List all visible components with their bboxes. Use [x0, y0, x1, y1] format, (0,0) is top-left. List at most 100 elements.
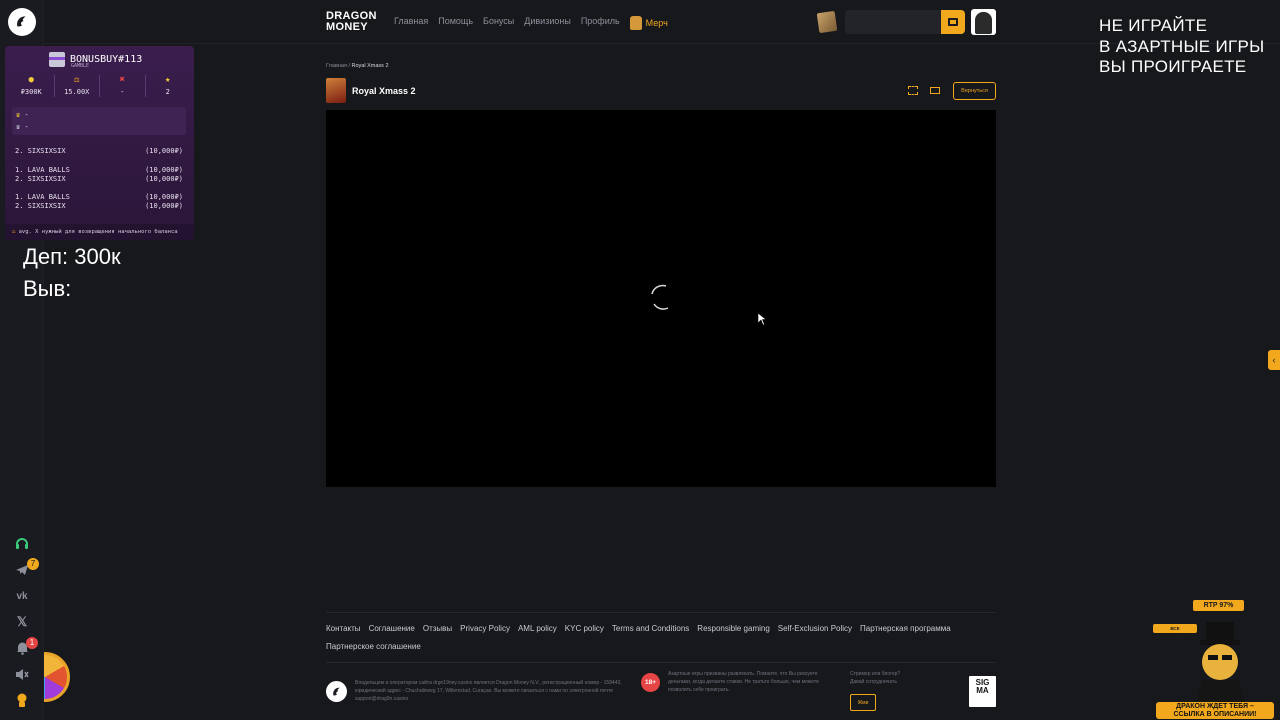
nav-profile[interactable]: Профиль	[581, 16, 620, 30]
footer-warning-text: Азартные игры призваны развлекать. Помни…	[668, 671, 819, 693]
back-button[interactable]: Вернуться	[953, 82, 996, 100]
slot-amount: (10,000₽)	[145, 202, 183, 210]
footer-link-agreement[interactable]: Соглашение	[369, 624, 415, 634]
bell-badge: 1	[26, 637, 38, 649]
telegram-badge: 7	[27, 558, 39, 570]
brand-logo[interactable]: DRAGON MONEY	[326, 10, 377, 33]
warning-line: В АЗАРТНЫЕ ИГРЫ	[1099, 36, 1265, 56]
bonusbuy-footer-text: avg. X нужный для возвращения начального…	[18, 229, 178, 235]
slot-name: 2. SIXSIXSIX	[15, 202, 66, 210]
footer-links: Контакты Соглашение Отзывы Privacy Polic…	[326, 624, 996, 652]
x-twitter-icon[interactable]: 𝕏	[12, 612, 32, 632]
loading-spinner-icon	[651, 284, 669, 310]
coin-icon: ●	[28, 75, 34, 85]
footer-link-kyc[interactable]: KYC policy	[565, 624, 604, 634]
slot-name: 1. LAVA BALLS	[15, 193, 70, 201]
footer-link-partner-agreement[interactable]: Партнерское соглашение	[326, 642, 421, 652]
bonusbuy-list: 1. LAVA BALLS (10,000₽) 2. SIXSIXSIX (10,0…	[15, 193, 183, 211]
footer-link-aml[interactable]: AML policy	[518, 624, 557, 634]
list-item: 1. LAVA BALLS (10,000₽)	[15, 166, 183, 175]
footer-link-responsible[interactable]: Responsible gaming	[697, 624, 770, 634]
breadcrumb: Главная / Royal Xmass 2	[326, 63, 389, 69]
game-frame[interactable]	[326, 110, 996, 487]
treasure-chest-icon[interactable]	[816, 10, 838, 34]
stat-start: ● ₽300K	[9, 75, 55, 97]
fortune-wheel-icon[interactable]	[44, 652, 70, 702]
stat-avg: ⚖ 15.00X	[55, 75, 100, 97]
bonusbuy-footer: ⚖ avg. X нужный для возвращения начально…	[5, 224, 194, 240]
sigma-line: MA	[976, 686, 989, 695]
mascot-banner[interactable]: ДРАКОН ЖДЕТ ТЕБЯ – ССЫЛКА В ОПИСАНИИ!	[1156, 702, 1274, 719]
game-thumbnail	[326, 78, 346, 103]
crown-icon: ♛	[16, 123, 21, 131]
footer-link-partner-program[interactable]: Партнерская программа	[860, 624, 951, 634]
right-panel-toggle[interactable]: ‹	[1268, 350, 1280, 370]
contact-button[interactable]: Жми	[850, 694, 876, 711]
nav-help[interactable]: Помощь	[438, 16, 473, 30]
slot-name: 1. LAVA BALLS	[15, 166, 70, 174]
nav-bonuses[interactable]: Бонусы	[483, 16, 514, 30]
theater-mode-icon[interactable]	[930, 87, 940, 94]
wallet-icon	[948, 18, 958, 26]
bonusbuy-list: 2. SIXSIXSIX (10,000₽)	[15, 147, 183, 156]
stat-fail: ✖ -	[100, 75, 146, 97]
gambling-warning: НЕ ИГРАЙТЕ В АЗАРТНЫЕ ИГРЫ ВЫ ПРОИГРАЕТЕ	[1099, 16, 1264, 78]
slot-amount: (10,000₽)	[145, 147, 183, 155]
slot-amount: (10,000₽)	[145, 175, 183, 183]
breadcrumb-home[interactable]: Главная	[326, 63, 347, 69]
slot-name: 2. SIXSIXSIX	[15, 175, 66, 183]
nav-home[interactable]: Главная	[394, 16, 428, 30]
warning-line: НЕ ИГРАЙТЕ	[1099, 16, 1208, 35]
cross-icon: ✖	[119, 75, 125, 85]
banner-line: ССЫЛКА В ОПИСАНИИ!	[1173, 711, 1257, 718]
age-restriction-badge: 18+	[641, 673, 660, 692]
footer-link-contacts[interactable]: Контакты	[326, 624, 361, 634]
slot-amount: (10,000₽)	[145, 166, 183, 174]
footer-divider	[326, 612, 996, 613]
balance-field[interactable]	[845, 10, 941, 34]
footer-logo-icon	[326, 681, 347, 702]
bonusbuy-list: 1. LAVA BALLS (10,000₽) 2. SIXSIXSIX (10,0…	[15, 166, 183, 184]
bonusbuy-header: BONUSBUY#113	[49, 52, 142, 67]
breadcrumb-current: Royal Xmass 2	[351, 63, 389, 69]
list-item: 2. SIXSIXSIX (10,000₽)	[15, 147, 183, 156]
dragon-logo-icon[interactable]	[8, 8, 36, 36]
fullscreen-icon[interactable]	[908, 86, 918, 95]
list-item: 2. SIXSIXSIX (10,000₽)	[15, 202, 183, 211]
vk-icon[interactable]: vk	[12, 586, 32, 606]
stat-value: 2	[165, 88, 170, 96]
scales-icon: ⚖	[12, 229, 16, 235]
streamer-line: Давай сотрудничать	[850, 679, 897, 685]
worst-row: ♛ -	[16, 121, 182, 133]
best-value: -	[24, 111, 29, 119]
streamer-line: Стример или блогер?	[850, 671, 901, 677]
brand-line1: DRAGON	[326, 10, 377, 22]
footer-link-reviews[interactable]: Отзывы	[423, 624, 452, 634]
mascot-icon[interactable]	[12, 690, 32, 710]
slot-amount: (10,000₽)	[145, 193, 183, 201]
slot-name: 2. SIXSIXSIX	[15, 147, 66, 155]
nav-merch-label: Мерч	[645, 18, 668, 28]
wallet-button[interactable]	[941, 10, 965, 34]
chevron-left-icon: ‹	[1272, 355, 1276, 365]
list-item: 2. SIXSIXSIX (10,000₽)	[15, 175, 183, 184]
top-header: DRAGON MONEY Главная Помощь Бонусы Дивиз…	[44, 0, 1280, 44]
crown-icon: ♛	[16, 111, 21, 119]
worst-value: -	[24, 123, 29, 131]
banner-line: ДРАКОН ЖДЕТ ТЕБЯ –	[1176, 703, 1254, 710]
stat-value: ₽300K	[20, 88, 42, 96]
avatar[interactable]	[971, 9, 996, 35]
dragon-mascot-icon	[1196, 622, 1246, 704]
footer-link-terms[interactable]: Terms and Conditions	[612, 624, 689, 634]
game-title: Royal Xmass 2	[352, 86, 416, 96]
support-headset-icon[interactable]	[12, 534, 32, 554]
nav-divisions[interactable]: Дивизионы	[524, 16, 571, 30]
footer-link-self-exclusion[interactable]: Self-Exclusion Policy	[778, 624, 852, 634]
footer-link-privacy[interactable]: Privacy Policy	[460, 624, 510, 634]
mouse-cursor-icon	[758, 313, 767, 326]
nav-merch[interactable]: Мерч	[629, 16, 668, 30]
withdraw-text: Выв:	[23, 276, 72, 301]
scales-icon: ⚖	[74, 75, 80, 85]
sound-off-icon[interactable]	[12, 664, 32, 684]
brand-line2: MONEY	[326, 21, 368, 33]
